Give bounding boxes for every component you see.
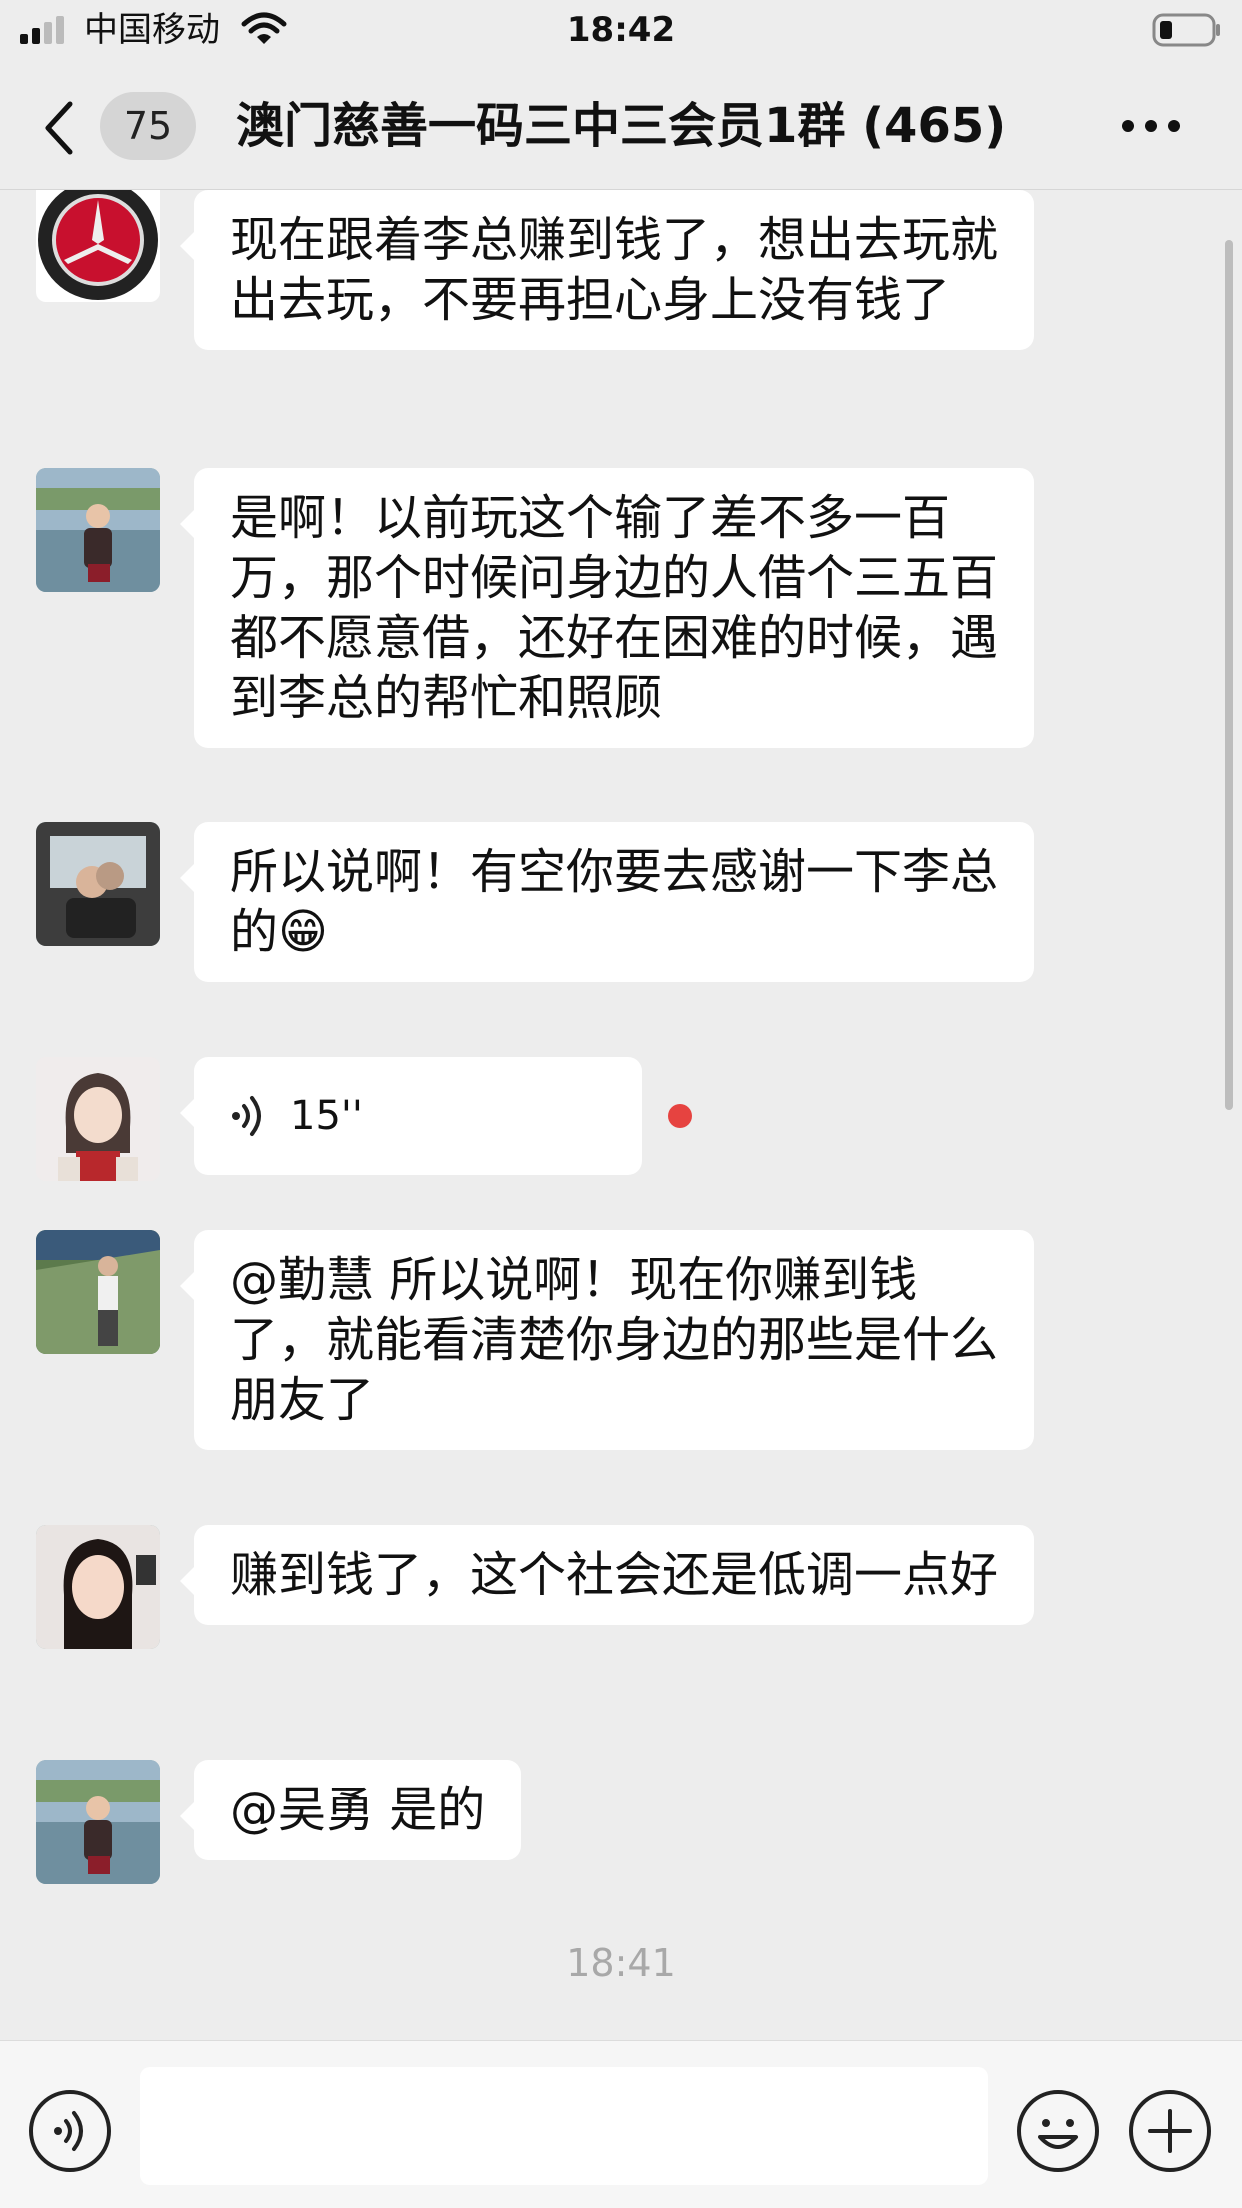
message-timestamp: 18:41: [566, 1941, 676, 1985]
message-bubble[interactable]: 现在跟着李总赚到钱了，想出去玩就出去玩，不要再担心身上没有钱了: [180, 190, 1034, 350]
message-bubble[interactable]: @勤慧 所以说啊！现在你赚到钱了，就能看清楚你身边的那些是什么朋友了: [180, 1230, 1034, 1450]
message-bubble[interactable]: 赚到钱了，这个社会还是低调一点好: [180, 1525, 1034, 1625]
plus-icon[interactable]: [1128, 2089, 1212, 2173]
clock-time: 18:42: [566, 10, 676, 50]
more-options-icon[interactable]: [1120, 110, 1182, 142]
scrollbar[interactable]: [1225, 240, 1233, 1110]
message-list[interactable]: 现在跟着李总赚到钱了，想出去玩就出去玩，不要再担心身上没有钱了 是啊！以前玩这个…: [0, 190, 1242, 2040]
status-bar: 中国移动 18:42: [0, 0, 1242, 62]
wechat-group-chat-screen: 中国移动 18:42 75 澳门慈善一码三中三会员1群 (465) 现在跟着李总…: [0, 0, 1242, 2208]
man-bridge-avatar[interactable]: [36, 1230, 160, 1354]
chat-input-bar: [0, 2040, 1242, 2208]
woman-lakeside-avatar[interactable]: [36, 468, 160, 592]
message-bubble[interactable]: @吴勇 是的: [179, 1760, 522, 1860]
voice-input-icon[interactable]: [28, 2089, 112, 2173]
back-arrow-icon[interactable]: [36, 98, 86, 158]
message-bubble[interactable]: 所以说啊！有空你要去感谢一下李总的😁: [180, 822, 1034, 982]
group-chat-title: 澳门慈善一码三中三会员1群 (465): [236, 98, 1007, 154]
battery-icon: [1152, 13, 1220, 47]
unread-voice-dot: [668, 1104, 692, 1128]
voice-duration: 15'': [290, 1093, 363, 1139]
couple-car-avatar[interactable]: [36, 822, 160, 946]
voice-wave-icon: [232, 1096, 261, 1136]
voice-message-bubble[interactable]: 15'': [180, 1057, 642, 1175]
woman-lakeside-avatar[interactable]: [36, 1760, 160, 1884]
unread-count-badge[interactable]: 75: [100, 92, 196, 160]
anime-girl-avatar[interactable]: [36, 1057, 160, 1181]
message-bubble[interactable]: 是啊！以前玩这个输了差不多一百万，那个时候问身边的人借个三五百都不愿意借，还好在…: [180, 468, 1034, 748]
woman-portrait-avatar[interactable]: [36, 1525, 160, 1649]
message-input[interactable]: [140, 2067, 988, 2185]
mercedes-benz-logo-avatar[interactable]: [36, 190, 160, 302]
chat-header: 75 澳门慈善一码三中三会员1群 (465): [0, 62, 1242, 190]
emoji-icon[interactable]: [1016, 2089, 1100, 2173]
